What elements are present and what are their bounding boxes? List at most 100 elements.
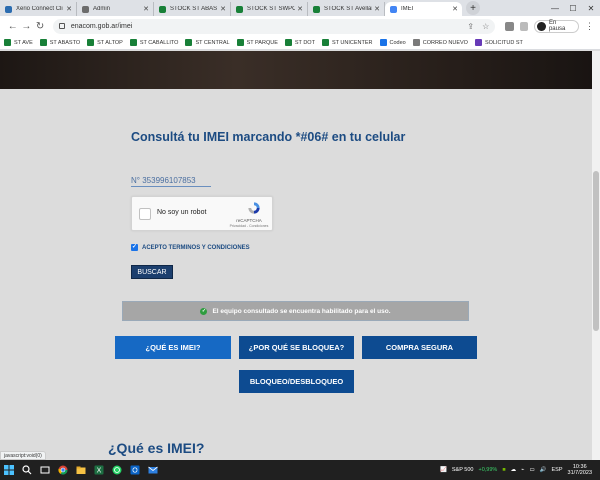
bookmark-item[interactable]: ST UNICENTER: [321, 39, 373, 46]
tab-close-icon[interactable]: ✕: [374, 5, 380, 13]
battery-icon[interactable]: ▭: [529, 467, 534, 473]
maximize-icon[interactable]: ☐: [564, 0, 582, 16]
svg-text:X: X: [97, 468, 102, 475]
tab-title: STOCK ST Avellane: [324, 6, 372, 12]
bookmark-label: SOLICITUD ST: [484, 39, 523, 46]
recaptcha-brand: reCAPTCHA: [236, 218, 262, 223]
windows-start-icon[interactable]: [0, 460, 18, 480]
search-icon[interactable]: [18, 460, 36, 480]
page-scrollbar[interactable]: [592, 51, 600, 460]
browser-tab[interactable]: Xerio Connect Cli ✕: [0, 2, 77, 16]
bookmark-item[interactable]: ST DOT: [284, 39, 315, 46]
why-blocked-button[interactable]: ¿POR QUÉ SE BLOQUEA?: [239, 336, 354, 359]
chrome-icon[interactable]: [54, 460, 72, 480]
network-icon[interactable]: ⌁: [521, 467, 524, 473]
block-unblock-button[interactable]: BLOQUEO/DESBLOQUEO: [239, 370, 354, 393]
terms-checkbox[interactable]: ✓: [131, 244, 138, 251]
nvidia-icon[interactable]: ■: [502, 467, 505, 473]
browser-tab[interactable]: STOCK ST ABASTO✕: [154, 2, 231, 16]
tab-close-icon[interactable]: ✕: [297, 5, 303, 13]
link-status-bar: javascript:void(0): [0, 451, 46, 460]
system-tray: 📈 S&P 500 +0,99% ■ ☁ ⌁ ▭ 🔊 ESP 10:36 31/…: [440, 464, 600, 477]
volume-icon[interactable]: 🔊: [540, 467, 547, 473]
imei-prefix: N°: [131, 176, 140, 185]
bookmark-item[interactable]: Codeo: [379, 39, 406, 46]
task-view-icon[interactable]: [36, 460, 54, 480]
tab-close-icon[interactable]: ✕: [143, 5, 149, 13]
bookmark-favicon-icon: [379, 39, 387, 46]
imei-input[interactable]: N° 353996107853: [131, 176, 211, 187]
tab-close-icon[interactable]: ✕: [452, 5, 458, 13]
page-content: Consultá tu IMEI marcando *#06# en tu ce…: [0, 51, 592, 460]
bookmark-favicon-icon: [4, 39, 11, 46]
sidepanel-icon[interactable]: [519, 21, 529, 31]
forward-icon[interactable]: →: [20, 21, 34, 32]
bookmark-label: ST ABASTO: [49, 39, 81, 46]
tab-close-icon[interactable]: ✕: [220, 5, 226, 13]
page-title: Consultá tu IMEI marcando *#06# en tu ce…: [131, 130, 406, 144]
profile-button[interactable]: En pausa: [534, 19, 580, 33]
terms-checkbox-row[interactable]: ✓ ACEPTO TERMINOS Y CONDICIONES: [131, 244, 250, 251]
bookmark-label: Codeo: [389, 39, 406, 46]
bookmark-label: ST UNICENTER: [331, 39, 373, 46]
tab-favicon-icon: [313, 5, 320, 13]
language-indicator[interactable]: ESP: [552, 467, 563, 473]
hero-banner: [0, 51, 592, 89]
clock[interactable]: 10:36 31/7/2023: [568, 464, 592, 477]
browser-tab[interactable]: Admin ✕: [77, 2, 154, 16]
bookmark-item[interactable]: ST AVE: [4, 39, 33, 46]
back-icon[interactable]: ←: [6, 21, 20, 32]
bookmark-star-icon[interactable]: ☆: [482, 22, 489, 31]
explorer-icon[interactable]: [72, 460, 90, 480]
avatar: [537, 21, 546, 31]
bookmark-label: ST DOT: [294, 39, 315, 46]
mail-icon[interactable]: [144, 460, 162, 480]
bookmark-label: CORREO NUEVO: [422, 39, 468, 46]
bookmarks-bar: ST AVE ST ABASTO ST ALTOP ST CABALLITO ST CE…: [0, 36, 600, 50]
minimize-icon[interactable]: —: [546, 0, 564, 16]
tab-favicon-icon: [236, 5, 243, 13]
check-circle-icon: ✓: [200, 307, 208, 315]
scrollbar-thumb[interactable]: [593, 171, 599, 331]
outlook-icon[interactable]: O: [126, 460, 144, 480]
imei-value: 353996107853: [142, 176, 196, 185]
url-text: enacom.gob.ar/imei: [70, 22, 133, 30]
menu-icon[interactable]: ⋮: [585, 21, 594, 32]
tab-title: IMEI: [401, 6, 414, 12]
share-icon[interactable]: ⇪: [467, 22, 474, 31]
tab-close-icon[interactable]: ✕: [66, 5, 72, 13]
bookmark-favicon-icon: [39, 39, 47, 46]
safe-purchase-button[interactable]: COMPRA SEGURA: [362, 336, 477, 359]
close-window-icon[interactable]: ✕: [582, 0, 600, 16]
bookmark-favicon-icon: [284, 39, 292, 46]
bookmark-item[interactable]: CORREO NUEVO: [412, 39, 468, 46]
whatsapp-icon[interactable]: [108, 460, 126, 480]
result-message: ✓ El equipo consultado se encuentra habi…: [122, 301, 469, 321]
address-bar[interactable]: enacom.gob.ar/imei ⇪ ☆: [52, 18, 496, 34]
extension-icon[interactable]: [505, 21, 514, 31]
window-controls: — ☐ ✕: [546, 0, 600, 16]
bookmark-favicon-icon: [185, 39, 193, 46]
browser-toolbar: ← → ↻ enacom.gob.ar/imei ⇪ ☆ En pausa ⋮: [0, 16, 600, 36]
bookmark-item[interactable]: ST PARQUE: [236, 39, 278, 46]
clock-date: 31/7/2023: [567, 470, 592, 476]
bookmark-item[interactable]: ST CABALLITO: [129, 39, 178, 46]
excel-icon[interactable]: X: [90, 460, 108, 480]
recaptcha-checkbox[interactable]: [139, 208, 151, 220]
browser-tab[interactable]: IMEI ✕: [385, 2, 462, 16]
bookmark-item[interactable]: ST CENTRAL: [185, 39, 230, 46]
tab-favicon-icon: [390, 5, 397, 13]
section-heading: ¿Qué es IMEI?: [108, 440, 205, 456]
browser-tab[interactable]: STOCK ST SWPOC✕: [231, 2, 308, 16]
recaptcha-links[interactable]: Privacidad - Condiciones: [226, 224, 272, 228]
new-tab-button[interactable]: +: [466, 1, 480, 15]
what-is-imei-button[interactable]: ¿QUÉ ES IMEI?: [115, 336, 231, 359]
search-button[interactable]: BUSCAR: [131, 265, 173, 279]
reload-icon[interactable]: ↻: [33, 21, 47, 32]
bookmark-item[interactable]: ST ABASTO: [39, 39, 81, 46]
cloud-icon[interactable]: ☁: [511, 467, 517, 473]
stock-chart-icon[interactable]: 📈: [440, 467, 447, 473]
bookmark-item[interactable]: SOLICITUD ST: [474, 39, 523, 46]
browser-tab[interactable]: STOCK ST Avellane✕: [308, 2, 385, 16]
bookmark-item[interactable]: ST ALTOP: [87, 39, 123, 46]
